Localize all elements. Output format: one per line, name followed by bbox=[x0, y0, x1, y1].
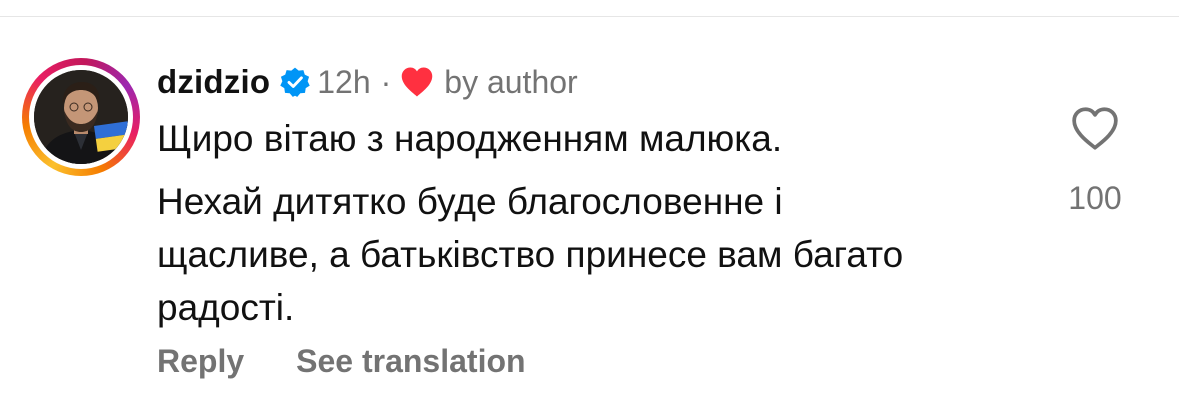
comment-header: dzidzio 12h · by author bbox=[157, 58, 578, 106]
avatar-portrait bbox=[34, 70, 128, 164]
top-divider bbox=[0, 16, 1179, 17]
comment-paragraph: Щиро вітаю з народженням малюка. bbox=[157, 118, 783, 159]
liked-by-author-label: by author bbox=[444, 63, 578, 100]
comment-paragraph: Нехай дитятко буде благословенне і щасли… bbox=[157, 181, 904, 328]
avatar[interactable] bbox=[22, 58, 140, 176]
comment-timestamp: 12h bbox=[317, 63, 371, 100]
verified-badge-icon bbox=[279, 66, 311, 98]
avatar-image bbox=[34, 70, 128, 164]
avatar-story-ring-gap bbox=[29, 65, 133, 169]
like-button[interactable] bbox=[1070, 106, 1120, 152]
username-link[interactable]: dzidzio bbox=[157, 63, 270, 101]
heart-filled-icon bbox=[399, 66, 435, 98]
comment-actions: Reply See translation bbox=[157, 343, 526, 380]
heart-outline-icon bbox=[1072, 107, 1118, 150]
see-translation-button[interactable]: See translation bbox=[296, 343, 525, 380]
meta-separator: · bbox=[380, 63, 392, 100]
like-count: 100 bbox=[1068, 180, 1122, 216]
comment-body: Щиро вітаю з народженням малюка. Нехай д… bbox=[157, 112, 947, 334]
reply-button[interactable]: Reply bbox=[157, 343, 244, 380]
